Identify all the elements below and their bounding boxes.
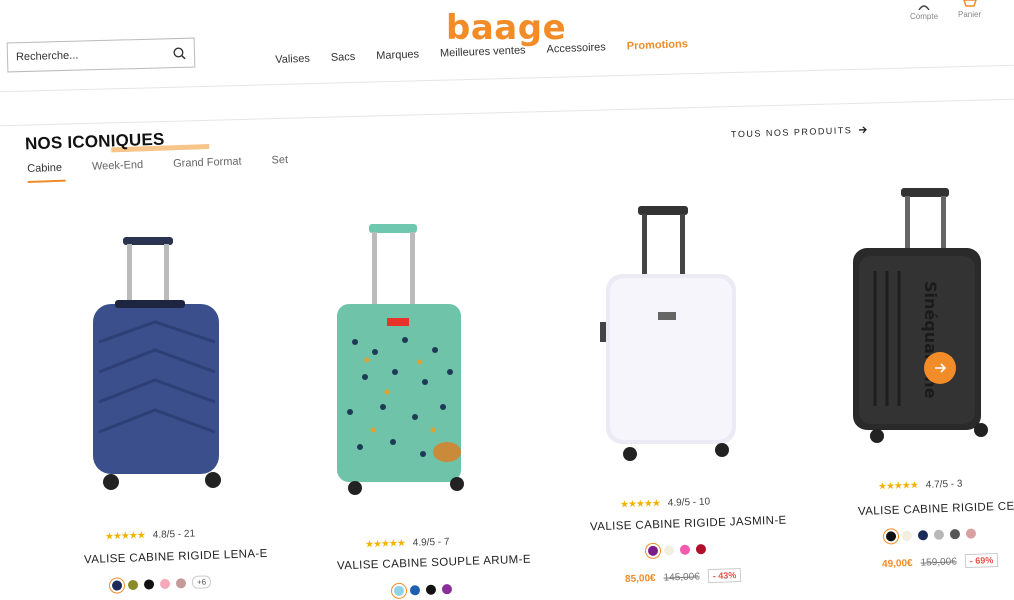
search-placeholder: Recherche... xyxy=(15,49,79,64)
swatch-purple[interactable] xyxy=(647,545,659,557)
swatch-olive[interactable] xyxy=(127,579,139,590)
nav-item-promotions[interactable]: Promotions xyxy=(627,38,689,52)
swatch-grey[interactable] xyxy=(933,529,945,540)
swatch-purple[interactable] xyxy=(441,583,453,595)
swatch-navy[interactable] xyxy=(111,579,123,591)
account-link[interactable]: Compte xyxy=(910,0,938,21)
product-name[interactable]: VALISE CABINE SOUPLE ARUM-E xyxy=(337,554,531,573)
cart-icon xyxy=(962,0,977,7)
swatch-blue[interactable] xyxy=(409,585,421,596)
tab-cabine[interactable]: Cabine xyxy=(27,162,63,183)
discount-badge: - 69% xyxy=(964,552,999,569)
search-input[interactable]: Recherche... xyxy=(6,37,196,73)
swatch-cream[interactable] xyxy=(663,545,675,556)
nav-item-accessoires[interactable]: Accessoires xyxy=(546,41,606,55)
current-price: 85,00€ xyxy=(624,572,656,585)
account-icon xyxy=(918,5,930,11)
header-divider xyxy=(0,64,1014,93)
product-image-jasmin[interactable] xyxy=(600,202,745,467)
all-products-link[interactable]: TOUS NOS PRODUITS xyxy=(731,125,869,139)
star-rating-icon: ★★★★★ xyxy=(364,538,406,551)
swatch-red[interactable] xyxy=(695,543,707,555)
old-price: 159,00€ xyxy=(920,555,957,569)
product-image-cere[interactable]: Sinéquanone xyxy=(845,186,995,448)
price-block: 85,00€ 145,00€ - 43% xyxy=(624,567,742,586)
section-title: NOS ICONIQUES xyxy=(25,130,210,155)
category-tabs: Cabine Week-End Grand Format Set xyxy=(27,153,319,183)
account-label: Compte xyxy=(910,12,939,21)
product-name[interactable]: VALISE CABINE RIGIDE LENA-E xyxy=(84,548,268,566)
product-name[interactable]: VALISE CABINE RIGIDE CERE xyxy=(858,500,1014,518)
site-logo[interactable]: baage xyxy=(446,8,566,48)
product-name[interactable]: VALISE CABINE RIGIDE JASMIN-E xyxy=(590,515,787,534)
swatch-pink[interactable] xyxy=(679,544,691,555)
product-image-lena[interactable] xyxy=(85,232,235,500)
more-colors-badge[interactable]: +6 xyxy=(191,575,212,589)
swatch-rose[interactable] xyxy=(175,577,187,588)
nav-item-valises[interactable]: Valises xyxy=(275,53,310,66)
nav-item-meilleures-ventes[interactable]: Meilleures ventes xyxy=(440,44,526,59)
color-swatches xyxy=(647,543,707,557)
product-rating: ★★★★★ 4.9/5 - 10 xyxy=(619,496,711,511)
color-swatches: +6 xyxy=(111,575,212,591)
swatch-dark-grey[interactable] xyxy=(949,528,961,540)
nav-item-marques[interactable]: Marques xyxy=(376,48,419,62)
old-price: 145,00€ xyxy=(663,570,700,584)
search-icon[interactable] xyxy=(173,46,186,59)
color-swatches xyxy=(885,528,977,542)
discount-badge: - 43% xyxy=(707,567,742,584)
swatch-black[interactable] xyxy=(143,578,155,590)
tab-set[interactable]: Set xyxy=(271,154,288,175)
carousel-next-icon xyxy=(935,363,947,373)
swatch-pink[interactable] xyxy=(159,578,171,589)
current-price: 49,00€ xyxy=(881,557,913,570)
nav-item-sacs[interactable]: Sacs xyxy=(331,51,356,64)
cart-link[interactable]: Panier xyxy=(958,0,981,19)
swatch-light-blue[interactable] xyxy=(393,585,405,597)
star-rating-icon: ★★★★★ xyxy=(104,530,146,543)
swatch-rose[interactable] xyxy=(965,528,977,539)
tab-grand-format[interactable]: Grand Format xyxy=(173,156,242,178)
product-image-arum[interactable] xyxy=(325,222,475,502)
swatch-black[interactable] xyxy=(885,531,897,542)
swatch-navy[interactable] xyxy=(917,530,929,541)
price-block: 49,00€ 159,00€ - 69% xyxy=(881,552,999,571)
product-rating: ★★★★★ 4.7/5 - 3 xyxy=(877,478,963,493)
color-swatches xyxy=(393,583,453,597)
cart-label: Panier xyxy=(958,10,982,19)
arrow-right-icon xyxy=(859,126,868,134)
nav-divider xyxy=(0,98,1014,127)
product-rating: ★★★★★ 4.9/5 - 7 xyxy=(364,536,450,551)
star-rating-icon: ★★★★★ xyxy=(877,480,919,493)
star-rating-icon: ★★★★★ xyxy=(619,498,661,511)
swatch-black[interactable] xyxy=(425,584,437,595)
swatch-cream[interactable] xyxy=(901,530,913,542)
product-rating: ★★★★★ 4.8/5 - 21 xyxy=(104,528,196,543)
carousel-next-button[interactable] xyxy=(924,352,956,384)
tab-week-end[interactable]: Week-End xyxy=(92,159,144,181)
